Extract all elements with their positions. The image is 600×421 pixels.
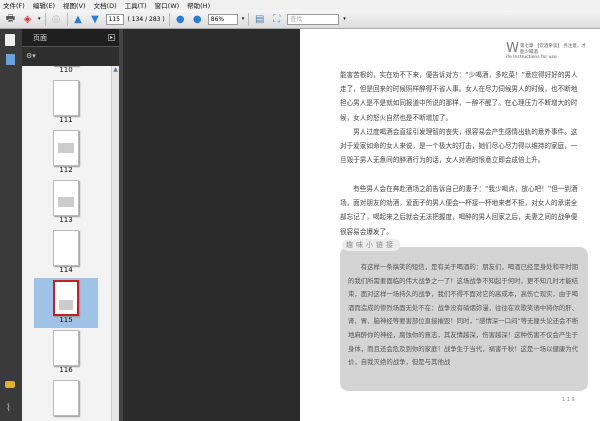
previous-page-icon[interactable]: ▲: [72, 13, 85, 26]
box-title: 趣味小链接: [342, 239, 400, 251]
header-logo-letter: W: [506, 41, 519, 56]
divider: [168, 12, 170, 26]
zoom-out-icon[interactable]: ●: [174, 13, 187, 26]
pages-panel: 页面 ▸ ⚙▾ 110 111 112 113 114 115 116 ▲: [22, 29, 119, 421]
fit-page-icon[interactable]: ▤: [253, 13, 266, 26]
panel-options-icon[interactable]: ▸: [108, 34, 115, 41]
thumbnail-113[interactable]: 113: [34, 178, 98, 228]
thumbnail-label: 113: [59, 216, 73, 224]
collaborate-icon[interactable]: ◎: [50, 13, 63, 26]
panel-title: 页面: [33, 33, 47, 42]
divider: [248, 12, 250, 26]
full-screen-icon[interactable]: ⛶: [270, 13, 283, 26]
toolbar: 🖶 ◈ ▾ ◎ ▲ ▼ 115 ( 134 / 283 ) ● ● 86% ▾ ▤ …: [0, 10, 600, 29]
page-thumbnails-icon[interactable]: [6, 54, 15, 65]
page-number-input[interactable]: 115: [105, 13, 124, 25]
zoom-in-icon[interactable]: ●: [191, 13, 204, 26]
create-pdf-icon[interactable]: ◈: [21, 13, 34, 26]
thumbnail-label: 116: [59, 366, 73, 374]
document-page: W 第七章 【饮酒杂谈】 务注意，才能少喝酒 ife Instructions fo…: [300, 29, 600, 421]
menu-tools[interactable]: 工具(T): [125, 0, 147, 10]
search-input[interactable]: 查找: [287, 13, 340, 25]
navigation-icon-bar: ⌇: [0, 29, 22, 421]
body-paragraph: 男人过度喝酒会直接引发理智的丧失，很容易会产生感情出轨的意外事件。这对于爱家如命…: [340, 128, 578, 165]
gear-icon[interactable]: ⚙▾: [26, 52, 36, 60]
thumbnail-label: 111: [59, 116, 73, 124]
menu-bar: 文件(F) 编辑(E) 视图(V) 文档(D) 工具(T) 窗口(W) 帮助(H…: [0, 0, 600, 10]
print-icon[interactable]: 🖶: [4, 13, 17, 26]
divider: [66, 12, 68, 26]
header-subtitle: ife Instructions for use: [506, 55, 557, 60]
thumbnail-112[interactable]: 112: [34, 128, 98, 178]
thumbnail-115-selected[interactable]: 115: [34, 278, 98, 328]
thumbnail-scrollbar[interactable]: ▲: [111, 66, 119, 421]
running-header: W 第七章 【饮酒杂谈】 务注意，才能少喝酒 ife Instructions fo…: [506, 41, 590, 60]
page-count: ( 134 / 283 ): [127, 15, 165, 23]
menu-view[interactable]: 视图(V): [63, 0, 86, 10]
box-text: 有这样一条搞笑的短信，是有关于喝酒的：朋友们，喝酒已经是身处和平时期的我们所需要…: [348, 263, 579, 367]
pages-icon[interactable]: [5, 34, 15, 46]
menu-document[interactable]: 文档(D): [94, 0, 117, 10]
thumbnail-label: 114: [59, 266, 73, 274]
body-paragraph: 有些男人会在奔赴酒场之前告诉自己的妻子：“我少喝点，放心吧！”但一到酒场，面对朋…: [340, 185, 578, 236]
thumbnail-117[interactable]: [34, 378, 98, 421]
attachments-icon[interactable]: ⌇: [6, 403, 11, 414]
thumbnail-list: 110 111 112 113 114 115 116: [22, 66, 111, 421]
menu-help[interactable]: 帮助(H): [187, 0, 210, 10]
body-paragraph: 能害苦根的，实在劝不下来，便告诉对方：“少喝酒，多吃菜！”意应得好好的男人走了，…: [340, 71, 578, 122]
menu-window[interactable]: 窗口(W): [155, 0, 180, 10]
zoom-select[interactable]: 86%: [207, 13, 238, 25]
thumbnail-116[interactable]: 116: [34, 328, 98, 378]
thumbnail-label: 112: [59, 166, 73, 174]
thumbnail-label: 115: [59, 316, 73, 324]
panel-header: 页面 ▸: [22, 29, 119, 47]
panel-options[interactable]: ⚙▾: [22, 47, 119, 64]
menu-file[interactable]: 文件(F): [3, 0, 25, 10]
comments-icon[interactable]: [5, 381, 15, 388]
thumbnail-110[interactable]: 110: [34, 66, 98, 78]
page-number: 1 1 9: [562, 397, 575, 403]
panel-splitter[interactable]: [119, 29, 123, 421]
thumbnail-114[interactable]: 114: [34, 228, 98, 278]
next-page-icon[interactable]: ▼: [89, 13, 102, 26]
thumbnail-label: 110: [59, 66, 73, 74]
menu-edit[interactable]: 编辑(E): [33, 0, 55, 10]
thumbnail-111[interactable]: 111: [34, 78, 98, 128]
divider: [44, 12, 46, 26]
